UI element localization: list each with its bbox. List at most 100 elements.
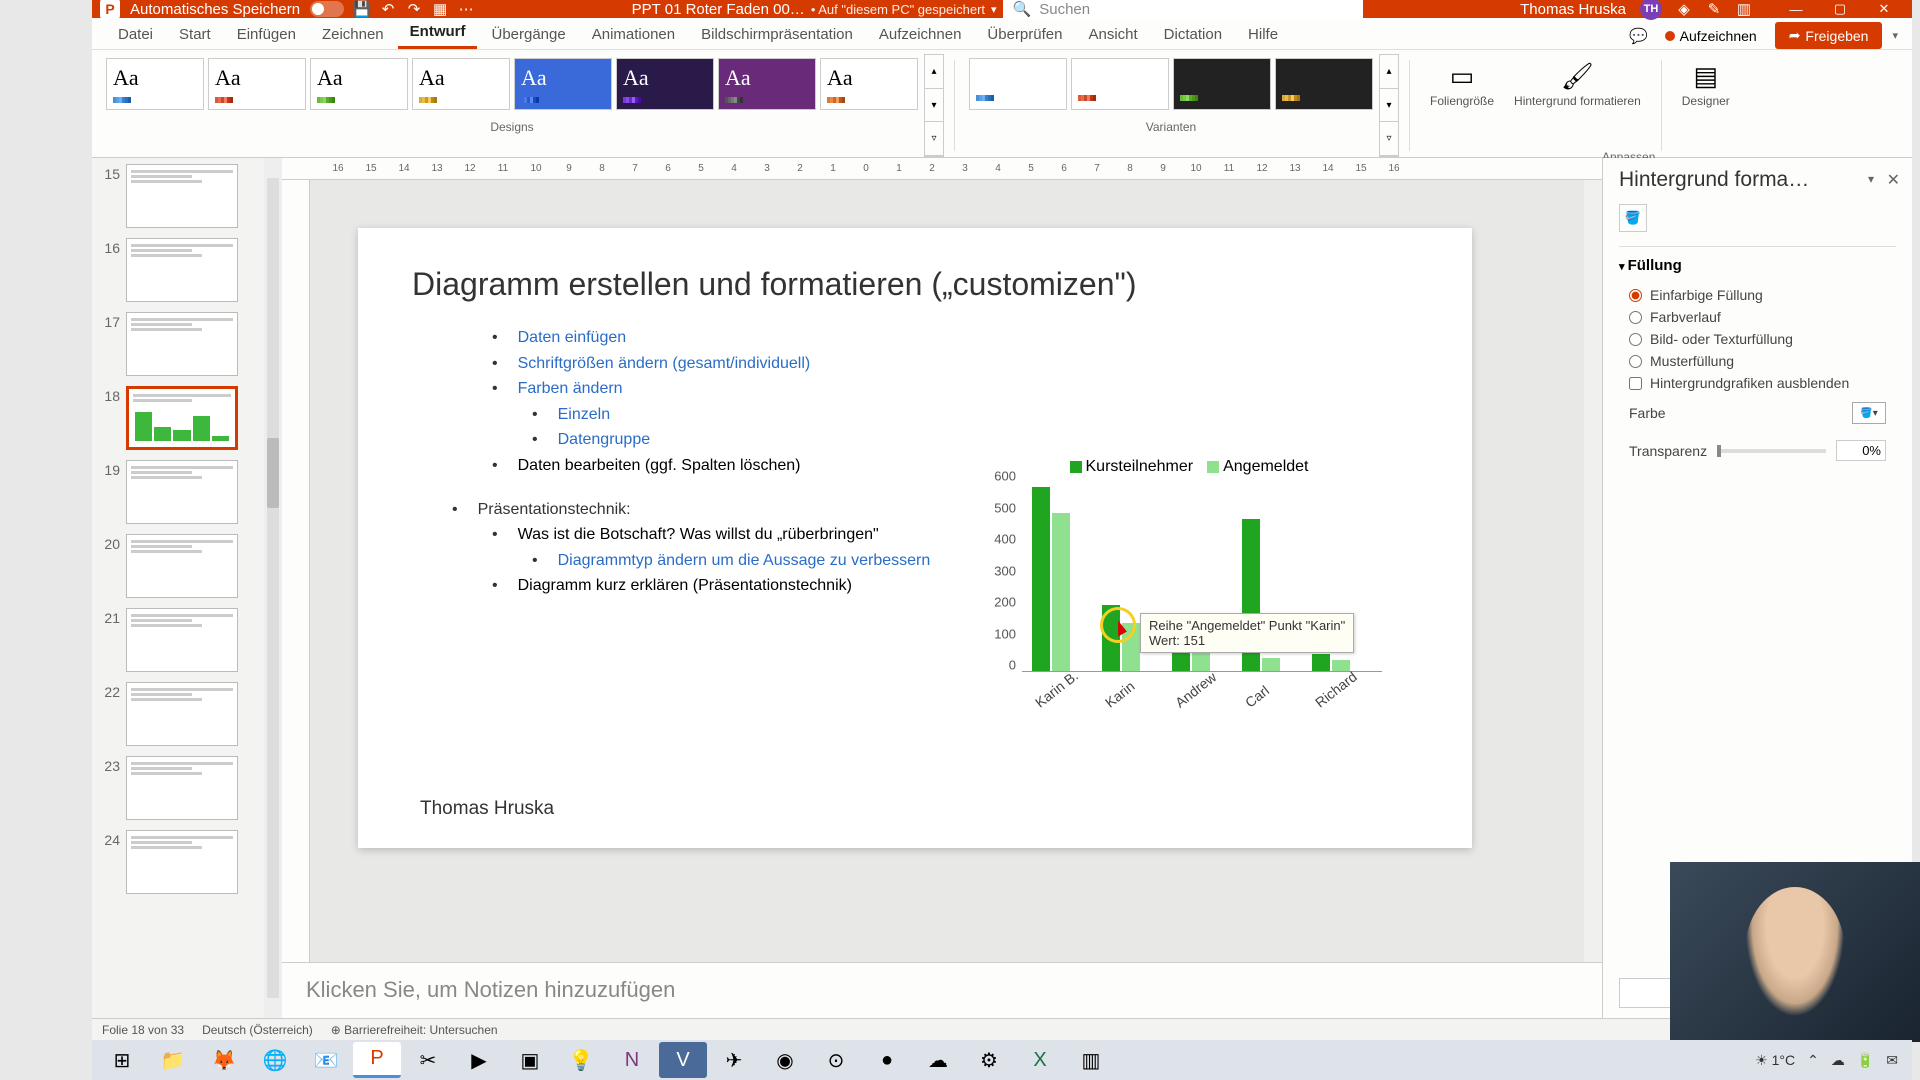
bullet-item[interactable]: Farben ändern (412, 376, 1418, 402)
slide-thumbnail[interactable] (126, 756, 238, 820)
chart[interactable]: KursteilnehmerAngemeldet 010020030040050… (982, 458, 1382, 738)
variants-scroll[interactable]: ▴▾▿ (1379, 54, 1399, 157)
tab-entwurf[interactable]: Entwurf (398, 17, 478, 49)
powerpoint-icon[interactable]: P (353, 1042, 401, 1078)
theme-thumb[interactable]: Aa (514, 58, 612, 110)
app-icon-6[interactable]: ● (863, 1042, 911, 1078)
snip-icon[interactable]: ✂ (404, 1042, 452, 1078)
slide[interactable]: Diagramm erstellen und formatieren („cus… (358, 228, 1472, 848)
notes-pane[interactable]: Klicken Sie, um Notizen hinzuzufügen (282, 962, 1602, 1018)
tab-einfügen[interactable]: Einfügen (225, 20, 308, 49)
theme-thumb[interactable]: Aa (208, 58, 306, 110)
weather-widget[interactable]: ☀ 1°C (1755, 1052, 1795, 1069)
minimize-button[interactable]: — (1776, 0, 1816, 18)
close-button[interactable]: ✕ (1864, 0, 1904, 18)
app-icon-4[interactable]: ◉ (761, 1042, 809, 1078)
theme-thumb[interactable]: Aa (310, 58, 408, 110)
app-icon-7[interactable]: ☁ (914, 1042, 962, 1078)
slide-thumbnail[interactable] (126, 830, 238, 894)
pen-icon[interactable]: ✎ (1706, 1, 1722, 17)
slide-author[interactable]: Thomas Hruska (420, 798, 554, 820)
hide-bg-graphics-checkbox[interactable]: Hintergrundgrafiken ausblenden (1619, 372, 1896, 394)
slide-thumbnail[interactable] (126, 460, 238, 524)
battery-tray-icon[interactable]: 🔋 (1857, 1052, 1874, 1069)
gallery-scroll[interactable]: ▴▾▿ (924, 54, 944, 157)
pane-close-icon[interactable]: ✕ (1887, 170, 1900, 190)
onenote-icon[interactable]: N (608, 1042, 656, 1078)
tab-bildschirmpräsentation[interactable]: Bildschirmpräsentation (689, 20, 865, 49)
maximize-button[interactable]: ▢ (1820, 0, 1860, 18)
slide-thumbnail[interactable] (126, 534, 238, 598)
theme-thumb[interactable]: Aa (106, 58, 204, 110)
tab-animationen[interactable]: Animationen (580, 20, 687, 49)
variant-thumb[interactable] (1071, 58, 1169, 110)
transparency-slider[interactable] (1717, 449, 1826, 453)
slide-thumbnail[interactable] (126, 682, 238, 746)
onedrive-tray-icon[interactable]: ☁ (1831, 1052, 1845, 1069)
theme-thumb[interactable]: Aa (820, 58, 918, 110)
slide-size-button[interactable]: ▭ Foliengröße (1420, 54, 1504, 157)
bar[interactable] (1052, 513, 1070, 671)
tray-expand-icon[interactable]: ⌃ (1807, 1052, 1819, 1069)
app-icon-1[interactable]: ▣ (506, 1042, 554, 1078)
tab-datei[interactable]: Datei (106, 20, 165, 49)
redo-icon[interactable]: ↷ (406, 1, 422, 17)
share-button[interactable]: ➦Freigeben (1775, 22, 1883, 49)
chrome-icon[interactable]: 🌐 (251, 1042, 299, 1078)
telegram-icon[interactable]: ✈ (710, 1042, 758, 1078)
app-icon-3[interactable]: V (659, 1042, 707, 1078)
fill-tab-icon[interactable]: 🪣 (1619, 204, 1647, 232)
bar[interactable] (1312, 654, 1330, 671)
language-indicator[interactable]: Deutsch (Österreich) (202, 1023, 313, 1037)
calendar-icon[interactable]: ▥ (1736, 1, 1752, 17)
slide-thumbnail[interactable] (126, 608, 238, 672)
theme-thumb[interactable]: Aa (412, 58, 510, 110)
slideshow-icon[interactable]: ▦ (432, 1, 448, 17)
color-picker[interactable]: 🪣▾ (1852, 402, 1886, 424)
save-icon[interactable]: 💾 (354, 1, 370, 17)
theme-thumb[interactable]: Aa (616, 58, 714, 110)
tab-übergänge[interactable]: Übergänge (479, 20, 577, 49)
vlc-icon[interactable]: ▶ (455, 1042, 503, 1078)
designer-button[interactable]: ▤ Designer (1672, 54, 1740, 157)
variant-thumb[interactable] (1173, 58, 1271, 110)
undo-icon[interactable]: ↶ (380, 1, 396, 17)
fill-option[interactable]: Einfarbige Füllung (1619, 284, 1896, 306)
record-button[interactable]: Aufzeichnen (1657, 24, 1765, 48)
slide-counter[interactable]: Folie 18 von 33 (102, 1023, 184, 1037)
fill-option[interactable]: Bild- oder Texturfüllung (1619, 328, 1896, 350)
start-button[interactable]: ⊞ (98, 1042, 146, 1078)
bar[interactable] (1262, 658, 1280, 671)
autosave-toggle[interactable] (310, 1, 344, 17)
tab-hilfe[interactable]: Hilfe (1236, 20, 1290, 49)
format-background-button[interactable]: 🖌 Hintergrund formatieren (1504, 54, 1651, 157)
variant-thumb[interactable] (969, 58, 1067, 110)
bullet-item[interactable]: Einzeln (412, 402, 1418, 428)
file-explorer-icon[interactable]: 📁 (149, 1042, 197, 1078)
comments-icon[interactable]: 💬 (1631, 28, 1647, 44)
app-icon-2[interactable]: 💡 (557, 1042, 605, 1078)
bullet-item[interactable]: Schriftgrößen ändern (gesamt/individuell… (412, 351, 1418, 377)
tab-aufzeichnen[interactable]: Aufzeichnen (867, 20, 974, 49)
transparency-value[interactable] (1836, 440, 1886, 461)
slide-title[interactable]: Diagramm erstellen und formatieren („cus… (412, 266, 1418, 303)
more-icon[interactable]: ⋯ (458, 1, 474, 17)
slide-thumbnail[interactable] (126, 386, 238, 450)
tab-zeichnen[interactable]: Zeichnen (310, 20, 396, 49)
fill-section-header[interactable]: Füllung (1619, 257, 1896, 274)
settings-icon[interactable]: ⚙ (965, 1042, 1013, 1078)
fill-option[interactable]: Farbverlauf (1619, 306, 1896, 328)
tab-ansicht[interactable]: Ansicht (1076, 20, 1149, 49)
slide-thumbnail[interactable] (126, 312, 238, 376)
mail-tray-icon[interactable]: ✉ (1886, 1052, 1898, 1069)
search-box[interactable]: 🔍 Suchen (1003, 0, 1363, 21)
outlook-icon[interactable]: 📧 (302, 1042, 350, 1078)
user-avatar[interactable]: TH (1640, 0, 1662, 20)
chevron-down-icon[interactable]: ▾ (1892, 29, 1898, 42)
editor-scrollbar[interactable] (1584, 180, 1602, 962)
slide-thumbnail[interactable] (126, 164, 238, 228)
bullet-item[interactable]: Daten einfügen (412, 325, 1418, 351)
bar[interactable] (1032, 487, 1050, 671)
pane-collapse-icon[interactable]: ▾ (1868, 172, 1874, 186)
bullet-item[interactable]: Datengruppe (412, 427, 1418, 453)
